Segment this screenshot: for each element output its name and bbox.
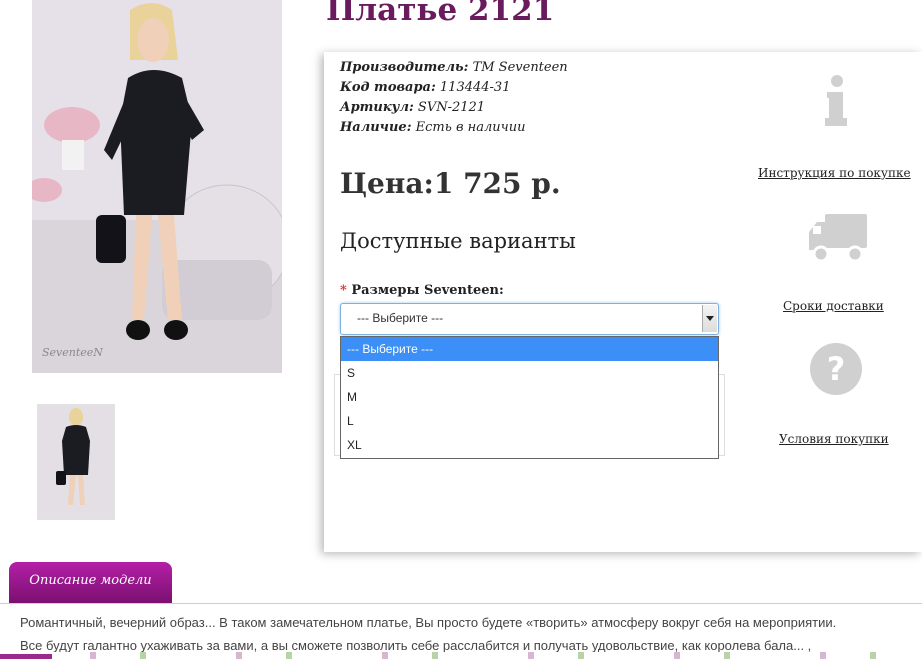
size-option[interactable]: XL <box>341 433 718 457</box>
info-icon[interactable] <box>823 74 851 128</box>
question-icon[interactable]: ? <box>809 342 863 396</box>
available-options-heading: Доступные варианты <box>340 229 576 253</box>
required-mark: * <box>340 283 347 298</box>
size-option[interactable]: M <box>341 385 718 409</box>
size-label-text: Размеры Seventeen: <box>351 283 504 298</box>
delivery-terms-link[interactable]: Сроки доставки <box>783 299 884 313</box>
product-info-panel: Производитель: TM Seventeen Код товара: … <box>324 52 922 552</box>
product-code-value: 113444-31 <box>439 80 511 95</box>
size-label: * Размеры Seventeen: <box>340 282 504 300</box>
size-select[interactable]: --- Выберите --- <box>340 303 719 335</box>
manufacturer-label: Производитель: <box>340 60 469 75</box>
svg-text:?: ? <box>827 350 846 388</box>
availability-row: Наличие: Есть в наличии <box>340 118 670 138</box>
product-price: Цена:1 725 р. <box>340 167 561 200</box>
decorative-border <box>0 652 922 659</box>
manufacturer-row: Производитель: TM Seventeen <box>340 58 670 78</box>
size-dropdown-list: --- Выберите --- S M L XL <box>340 336 719 459</box>
dress-photo-illustration <box>32 0 282 373</box>
availability-value: Есть в наличии <box>415 120 526 135</box>
product-code-label: Код товара: <box>340 80 436 95</box>
truck-icon[interactable] <box>807 212 869 264</box>
product-code-row: Код товара: 113444-31 <box>340 78 670 98</box>
description-line: Романтичный, вечерний образ... В таком з… <box>20 615 837 630</box>
size-option[interactable]: S <box>341 361 718 385</box>
tab-model-description[interactable]: Описание модели <box>9 562 172 603</box>
decorative-corner <box>0 654 52 659</box>
chevron-down-icon[interactable] <box>702 305 717 332</box>
purchase-instructions-link[interactable]: Инструкция по покупке <box>758 166 911 180</box>
size-select-value: --- Выберите --- <box>357 311 444 325</box>
thumbnail-illustration <box>38 405 114 519</box>
sku-value: SVN-2121 <box>417 100 486 115</box>
product-thumbnail[interactable] <box>37 404 115 520</box>
size-option[interactable]: --- Выберите --- <box>341 337 718 361</box>
main-product-image[interactable]: SeventeeN <box>32 0 282 373</box>
product-title: Платье 2121 <box>326 0 555 28</box>
sku-label: Артикул: <box>340 100 414 115</box>
sku-row: Артикул: SVN-2121 <box>340 98 670 118</box>
manufacturer-value: TM Seventeen <box>472 60 568 75</box>
availability-label: Наличие: <box>340 120 412 135</box>
purchase-terms-link[interactable]: Условия покупки <box>779 432 889 446</box>
size-option[interactable]: L <box>341 409 718 433</box>
watermark-text: SeventeeN <box>42 346 103 359</box>
